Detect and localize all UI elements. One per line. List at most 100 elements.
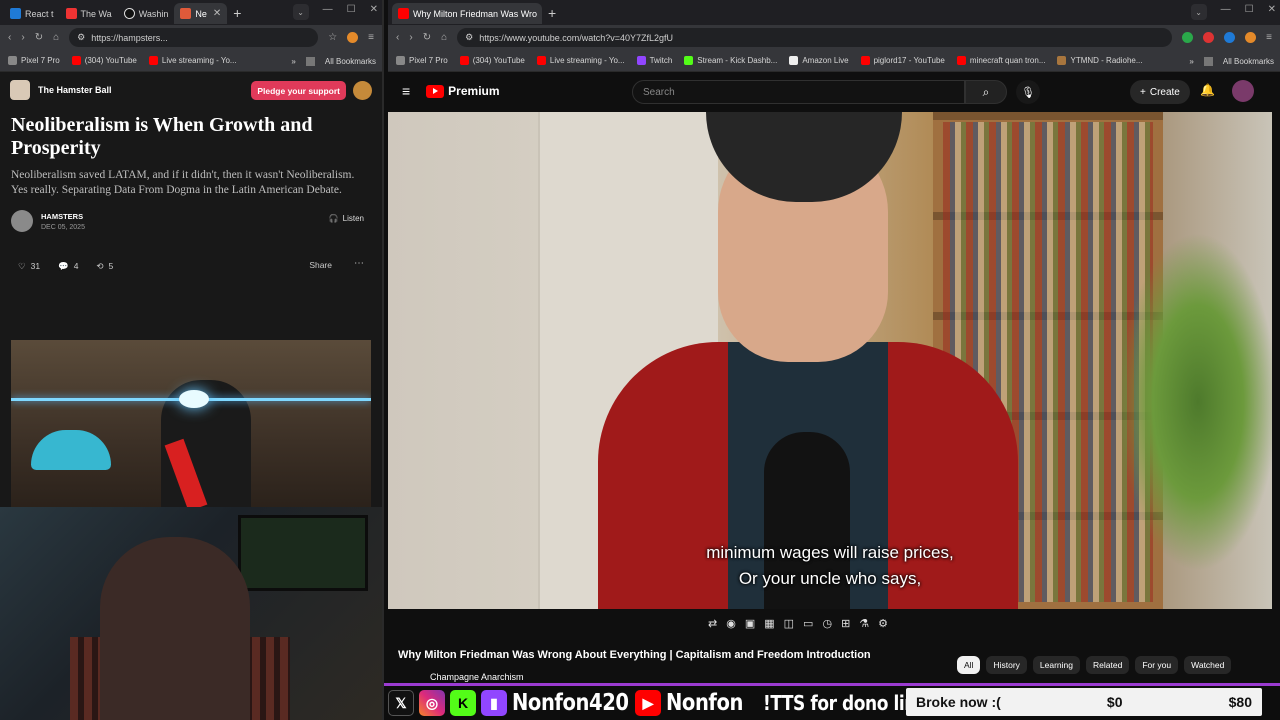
reload-icon[interactable]: ↻ (35, 32, 43, 43)
more-options-icon[interactable]: ⋯ (354, 258, 364, 269)
comment-button[interactable]: 💬 4 (58, 261, 78, 272)
tab-washington[interactable]: Washin (118, 3, 175, 24)
minimize-icon[interactable]: — (323, 4, 333, 20)
channel-name[interactable]: Champagne Anarchism (430, 672, 524, 682)
new-tab-button[interactable]: + (542, 5, 562, 21)
account-avatar[interactable] (1232, 80, 1254, 102)
user-avatar[interactable] (353, 81, 372, 100)
menu-icon[interactable]: ≡ (1266, 32, 1272, 43)
publication-logo[interactable] (10, 80, 30, 100)
chip-watched[interactable]: Watched (1184, 656, 1232, 674)
bookmark-item[interactable]: YTMND - Radiohe... (1057, 56, 1143, 65)
bookmark-item[interactable]: minecraft quan tron... (956, 56, 1045, 65)
publication-header: The Hamster Ball Pledge your support (0, 72, 382, 108)
bookmark-item[interactable]: (304) YouTube (459, 56, 525, 65)
youtube-brand[interactable]: Premium (448, 84, 499, 98)
chevron-more-icon[interactable]: » (291, 57, 295, 66)
tab-search-icon[interactable]: ⌄ (1190, 4, 1207, 20)
bookmark-item[interactable]: Live streaming - Yo... (148, 56, 237, 65)
profile-icon[interactable] (1245, 32, 1257, 43)
image-laser-eye (179, 390, 209, 408)
close-window-icon[interactable]: ✕ (370, 4, 378, 20)
notifications-bell-icon[interactable]: 🔔 (1200, 83, 1215, 97)
pledge-button[interactable]: Pledge your support (251, 81, 346, 100)
all-bookmarks[interactable]: » All Bookmarks (285, 50, 376, 71)
speed-icon[interactable]: ◷ (822, 617, 832, 630)
author-avatar[interactable] (11, 210, 33, 232)
like-button[interactable]: ♡ 31 (18, 261, 40, 272)
video-player[interactable]: minimum wages will raise prices, Or your… (388, 112, 1272, 609)
audio-icon[interactable]: ◉ (726, 617, 736, 630)
bookmark-item[interactable]: Amazon Live (789, 56, 849, 65)
tab-neoliberalism[interactable]: Ne ✕ (174, 3, 228, 24)
screenshot-icon[interactable]: ▣ (745, 617, 755, 630)
bookmark-item[interactable]: piglord17 - YouTube (860, 56, 945, 65)
voice-search-button[interactable]: 🎙 (1016, 80, 1040, 104)
chip-history[interactable]: History (986, 656, 1027, 674)
bookmark-item[interactable]: Twitch (636, 56, 672, 65)
bookmark-item[interactable]: Stream - Kick Dashb... (684, 56, 777, 65)
address-bar[interactable]: ⚙ https://www.youtube.com/watch?v=40Y7Zf… (457, 28, 1173, 47)
tab-youtube-video[interactable]: Why Milton Friedman Was Wro✕ (392, 3, 542, 24)
bookmark-star-icon[interactable]: ☆ (328, 32, 337, 43)
author-name[interactable]: HAMSTERS (41, 212, 85, 221)
chevron-more-icon[interactable]: » (1189, 57, 1193, 66)
theater-icon[interactable]: ▭ (803, 617, 813, 630)
maximize-icon[interactable]: ☐ (1245, 4, 1254, 20)
back-icon[interactable]: ‹ (396, 32, 399, 43)
caption-line-2: Or your uncle who says, (738, 569, 922, 588)
guide-menu-icon[interactable]: ≡ (402, 83, 410, 99)
search-input[interactable]: Search (632, 80, 965, 104)
home-icon[interactable]: ⌂ (441, 32, 447, 43)
bookmark-item[interactable]: (304) YouTube (71, 56, 137, 65)
chip-related[interactable]: Related (1086, 656, 1130, 674)
listen-button[interactable]: 🎧 Listen (329, 214, 364, 223)
bookmark-item[interactable]: Live streaming - Yo... (536, 56, 625, 65)
site-info-icon[interactable]: ⚙ (77, 32, 85, 43)
restack-button[interactable]: ⟲ 5 (96, 261, 113, 272)
reload-icon[interactable]: ↻ (423, 32, 431, 43)
tab-search-icon[interactable]: ⌄ (292, 4, 309, 20)
publication-name[interactable]: The Hamster Ball (38, 85, 112, 95)
headphones-icon: 🎧 (328, 214, 339, 223)
bookmark-item[interactable]: Pixel 7 Pro (8, 56, 60, 65)
all-bookmarks[interactable]: » All Bookmarks (1183, 50, 1274, 71)
tab-the-wa[interactable]: The Wa (60, 3, 118, 24)
maximize-icon[interactable]: ☐ (347, 4, 356, 20)
back-icon[interactable]: ‹ (8, 32, 11, 43)
filter-icon[interactable]: ⚗ (859, 617, 869, 630)
share-button[interactable]: Share (309, 260, 332, 270)
close-tab-icon[interactable]: ✕ (213, 8, 221, 19)
create-button[interactable]: + Create (1130, 80, 1190, 104)
site-info-icon[interactable]: ⚙ (465, 32, 473, 43)
calendar-icon[interactable]: ▦ (764, 617, 774, 630)
chip-all[interactable]: All (957, 656, 981, 674)
close-window-icon[interactable]: ✕ (1268, 4, 1276, 20)
youtube-logo-icon[interactable] (426, 84, 445, 98)
search-button[interactable]: ⌕ (965, 80, 1007, 104)
chip-for-you[interactable]: For you (1135, 656, 1179, 674)
forward-icon[interactable]: › (409, 32, 412, 43)
forward-icon[interactable]: › (21, 32, 24, 43)
chip-learning[interactable]: Learning (1032, 656, 1080, 674)
new-tab-button[interactable]: + (227, 5, 247, 21)
settings-gear-icon[interactable]: ⚙ (878, 617, 888, 630)
loop-icon[interactable]: ⇄ (708, 617, 717, 630)
heart-icon: ♡ (18, 260, 26, 271)
extension-icon[interactable] (1203, 32, 1215, 43)
address-bar[interactable]: ⚙ https://hampsters... (69, 28, 319, 47)
nyt-favicon-icon (123, 8, 135, 19)
youtube-icon: ▶ (635, 690, 661, 716)
minimize-icon[interactable]: — (1221, 4, 1231, 20)
bookmark-item[interactable]: Pixel 7 Pro (396, 56, 448, 65)
expand-icon[interactable]: ⊞ (841, 617, 850, 630)
right-browser-window: Why Milton Friedman Was Wro✕ + ⌄ — ☐ ✕ ‹… (388, 0, 1280, 720)
picture-in-picture-icon[interactable]: ◫ (784, 617, 794, 630)
instagram-icon: ◎ (419, 690, 445, 716)
menu-icon[interactable]: ≡ (368, 32, 374, 43)
tab-react[interactable]: React t (4, 3, 60, 24)
extension-icon[interactable] (1224, 32, 1236, 43)
home-icon[interactable]: ⌂ (53, 32, 59, 43)
extension-icon[interactable] (1182, 32, 1194, 43)
extension-icon[interactable] (347, 32, 359, 43)
